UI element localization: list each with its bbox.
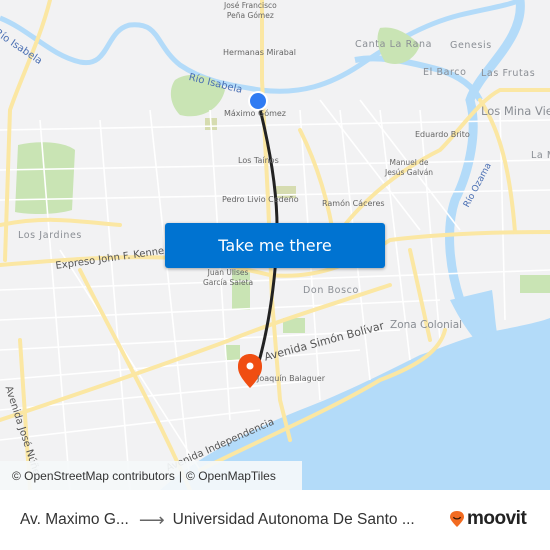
map-label: Juan Ulises García Saleta [203,268,254,287]
map-label: Canta La Rana [355,39,433,50]
origin-marker[interactable] [248,91,268,111]
map-label: José Francisco Peña Gómez [224,1,277,20]
map-label: Los Taínos [238,156,279,165]
moovit-wordmark: moovit [467,508,527,529]
map-label: El Barco [423,67,467,78]
origin-stop-name: Av. Maximo G... [20,511,129,528]
osm-attribution-link[interactable]: © OpenStreetMap contributors [12,469,175,483]
map-label: Manuel de Jesús Galván [385,158,434,177]
map-attribution: © OpenStreetMap contributors | © OpenMap… [0,461,302,490]
map-label: Los Jardines [18,230,82,241]
map-label: Los Mina Viej [481,104,550,118]
map-label: Don Bosco [303,285,359,296]
map-label: Zona Colonial [390,319,463,331]
map-label-road: Joaquín Balaguer [257,374,326,383]
park [225,345,240,360]
map-label: Genesis [450,40,492,51]
moovit-pin-icon [450,511,464,527]
map-label: La M [531,150,550,161]
destination-stop-name: Universidad Autonoma De Santo ... [172,511,415,528]
map-label: Pedro Livio Cedeño [222,195,299,204]
map-label: Eduardo Brito [415,130,470,139]
moovit-logo[interactable]: moovit [449,508,527,530]
map-view[interactable]: José Francisco Peña Gómez Hermanas Miraba… [0,0,550,490]
attribution-separator: | [178,468,183,483]
map-label: Hermanas Mirabal [223,48,296,57]
map-label: Máximo Gómez [224,109,286,118]
take-me-there-button[interactable]: Take me there [165,223,385,268]
openmaptiles-attribution-link[interactable]: © OpenMapTiles [186,469,276,483]
map-label: Ramón Cáceres [322,199,385,208]
arrow-right-icon: ⟶ [138,509,165,530]
map-label: Las Frutas [481,68,536,79]
